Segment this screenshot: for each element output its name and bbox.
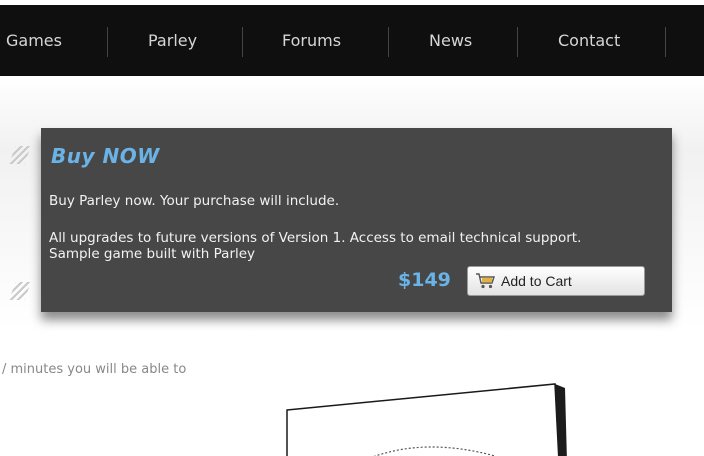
buy-title: Buy NOW	[51, 144, 160, 168]
nav-separator	[388, 27, 389, 57]
nav-item-forums[interactable]: Forums	[282, 5, 341, 76]
nav-item-parley[interactable]: Parley	[148, 5, 197, 76]
buy-now-panel: Buy NOW Buy Parley now. Your purchase wi…	[41, 128, 672, 312]
nav-separator	[665, 27, 666, 57]
nav-item-games[interactable]: Games	[6, 5, 62, 76]
add-to-cart-label: Add to Cart	[501, 273, 572, 289]
product-box-image	[286, 383, 567, 456]
top-nav: Games Parley Forums News Contact	[0, 5, 704, 76]
shopping-cart-icon	[476, 273, 495, 289]
buy-features: All upgrades to future versions of Versi…	[49, 230, 582, 262]
add-to-cart-button[interactable]: Add to Cart	[467, 266, 645, 296]
diagonal-stripes-icon	[9, 146, 31, 164]
page: Games Parley Forums News Contact Buy NOW…	[0, 0, 704, 456]
diagonal-stripes-icon	[9, 282, 31, 300]
nav-separator	[242, 27, 243, 57]
nav-separator	[517, 27, 518, 57]
nav-separator	[107, 27, 108, 57]
intro-text: / minutes you will be able to	[2, 362, 187, 377]
price-label: $149	[398, 269, 451, 291]
nav-item-news[interactable]: News	[429, 5, 472, 76]
buy-description: Buy Parley now. Your purchase will inclu…	[49, 193, 340, 209]
nav-item-contact[interactable]: Contact	[558, 5, 620, 76]
